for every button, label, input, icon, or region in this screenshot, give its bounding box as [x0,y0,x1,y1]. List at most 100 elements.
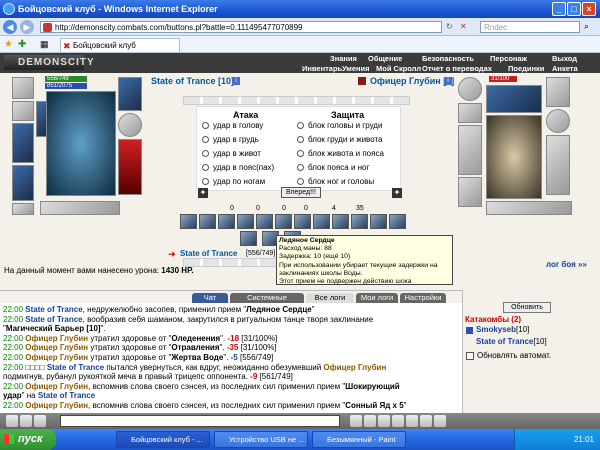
auto-attack-left-icon[interactable]: ✦ [198,188,208,198]
chat-tool-icon[interactable] [392,415,404,427]
search-icon[interactable]: ⌕ [584,21,589,32]
start-button[interactable]: пуск [0,429,56,450]
forward-icon[interactable]: ▶ [20,20,34,34]
left-character-avatar[interactable] [46,91,116,196]
chat-tool-icon[interactable] [364,415,376,427]
skill-slot-9[interactable] [332,214,349,229]
task-ie[interactable]: Бойцовский клуб - ... [116,431,210,448]
enemy-shield-slot[interactable] [546,109,570,133]
right-player-name[interactable]: Офицер Глубин [8] [370,76,454,86]
skill-slot-1[interactable] [180,214,197,229]
right-character-avatar[interactable] [486,115,542,199]
chat-tool-icon[interactable] [406,415,418,427]
chat-input[interactable] [60,415,340,427]
attack-radio-legs[interactable] [202,178,209,185]
menu-communication[interactable]: Общение [368,54,402,63]
weapon-slot[interactable] [12,123,34,163]
menu-inventory[interactable]: Инвентарь [302,64,342,73]
task-paint[interactable]: Безымянный - Paint [312,431,406,448]
menu-my-scroll[interactable]: Мой Скролл [376,64,421,73]
close-icon[interactable]: × [582,2,596,16]
shield-slot[interactable] [118,113,142,137]
left-player-name[interactable]: State of Trance [10] [151,76,234,86]
menu-skills[interactable]: Умения [342,64,370,73]
enemy-belt-items[interactable] [486,201,572,215]
skill-slot-10[interactable] [351,214,368,229]
info-icon[interactable]: i [232,77,240,85]
refresh-icon[interactable]: ↻ [446,22,453,31]
back-icon[interactable]: ◀ [3,20,17,34]
url-input[interactable]: http://demonscity.combats.com/buttons.pl… [40,21,442,33]
tab-chat[interactable]: Чат [192,293,228,303]
chat-tool-icon[interactable] [420,415,432,427]
menu-battles[interactable]: Поединки [508,64,544,73]
menu-profile[interactable]: Анкета [552,64,578,73]
tab-list-icon[interactable]: ▦ [40,39,49,50]
attack-radio-chest[interactable] [202,136,209,143]
tab-combats[interactable]: ✖ Бойцовский клуб [60,38,180,52]
enemy-weapon-slot[interactable] [458,125,482,175]
chat-author[interactable]: Офицер Глубин [25,382,88,391]
tab-all-logs[interactable]: Все логи [306,293,354,303]
skill-slot-7[interactable] [294,214,311,229]
favorites-star-icon[interactable]: ★ [4,39,13,50]
location-player-1[interactable]: Smokyseb[10] [476,325,529,334]
amulet-slot[interactable] [12,101,34,121]
enemy-amulet-slot[interactable] [458,103,482,123]
skill-slot-11[interactable] [370,214,387,229]
defense-radio-chest-stomach[interactable] [297,136,304,143]
skill-slot-3[interactable] [218,214,235,229]
skill-slot-4[interactable] [237,214,254,229]
skill-slot-2[interactable] [199,214,216,229]
chat-tool-icon[interactable] [34,415,46,427]
chat-tool-icon[interactable] [20,415,32,427]
enemy-info-icon[interactable]: i [444,77,452,85]
skill-slot-8[interactable] [313,214,330,229]
chat-author[interactable]: State of Trance [47,363,104,372]
tab-my-logs[interactable]: Мои логи [356,293,398,303]
menu-exit[interactable]: Выход [552,54,577,63]
chat-author[interactable]: Офицер Глубин [25,353,88,362]
left-belt-items[interactable] [40,201,120,215]
defense-radio-stomach-belt[interactable] [297,150,304,157]
chat-tool-icon[interactable] [6,415,18,427]
battle-log-link[interactable]: лог боя »» [546,260,587,269]
attack-radio-stomach[interactable] [202,150,209,157]
forward-button[interactable]: Вперед!!! [281,187,321,198]
defense-radio-belt-legs[interactable] [297,164,304,171]
chat-author[interactable]: Офицер Глубин [25,334,88,343]
menu-character[interactable]: Персонаж [490,54,527,63]
defense-radio-legs-head[interactable] [297,178,304,185]
attack-radio-head[interactable] [202,122,209,129]
menu-security[interactable]: Безопасность [422,54,474,63]
chat-tool-icon[interactable] [434,415,446,427]
gloves-slot[interactable] [118,77,142,111]
enemy-effects[interactable] [486,85,542,113]
chat-author[interactable]: Офицер Глубин [323,363,386,372]
stop-icon[interactable]: ✕ [460,22,467,31]
belt-slot[interactable] [12,203,34,215]
minimize-icon[interactable]: _ [552,2,566,16]
location-player-2[interactable]: State of Trance[10] [476,337,547,346]
bottom-player-name[interactable]: State of Trance [180,249,237,258]
search-input[interactable]: Rndec [480,21,580,33]
auto-attack-right-icon[interactable]: ✦ [392,188,402,198]
attack-radio-belt[interactable] [202,164,209,171]
skill-slot-13[interactable] [240,231,257,246]
enemy-armor-slot[interactable] [458,177,482,207]
maximize-icon[interactable]: □ [567,2,581,16]
tab-system[interactable]: Системные сообщения [230,293,304,312]
tab-settings[interactable]: Настройки [400,293,446,303]
chat-tool-icon[interactable] [350,415,362,427]
refresh-button[interactable]: Обновить [503,302,551,313]
menu-knowledge[interactable]: Знания [330,54,357,63]
enemy-gloves-slot[interactable] [546,77,570,107]
chat-author[interactable]: State of Trance [25,305,82,314]
boots-slot[interactable] [118,139,142,195]
chat-author[interactable]: State of Trance [38,391,95,400]
skill-slot-5[interactable] [256,214,273,229]
skill-slot-6[interactable] [275,214,292,229]
defense-radio-head-chest[interactable] [297,122,304,129]
task-usb[interactable]: Устройство USB не ... [214,431,308,448]
add-favorites-icon[interactable]: ✚ [18,39,26,50]
